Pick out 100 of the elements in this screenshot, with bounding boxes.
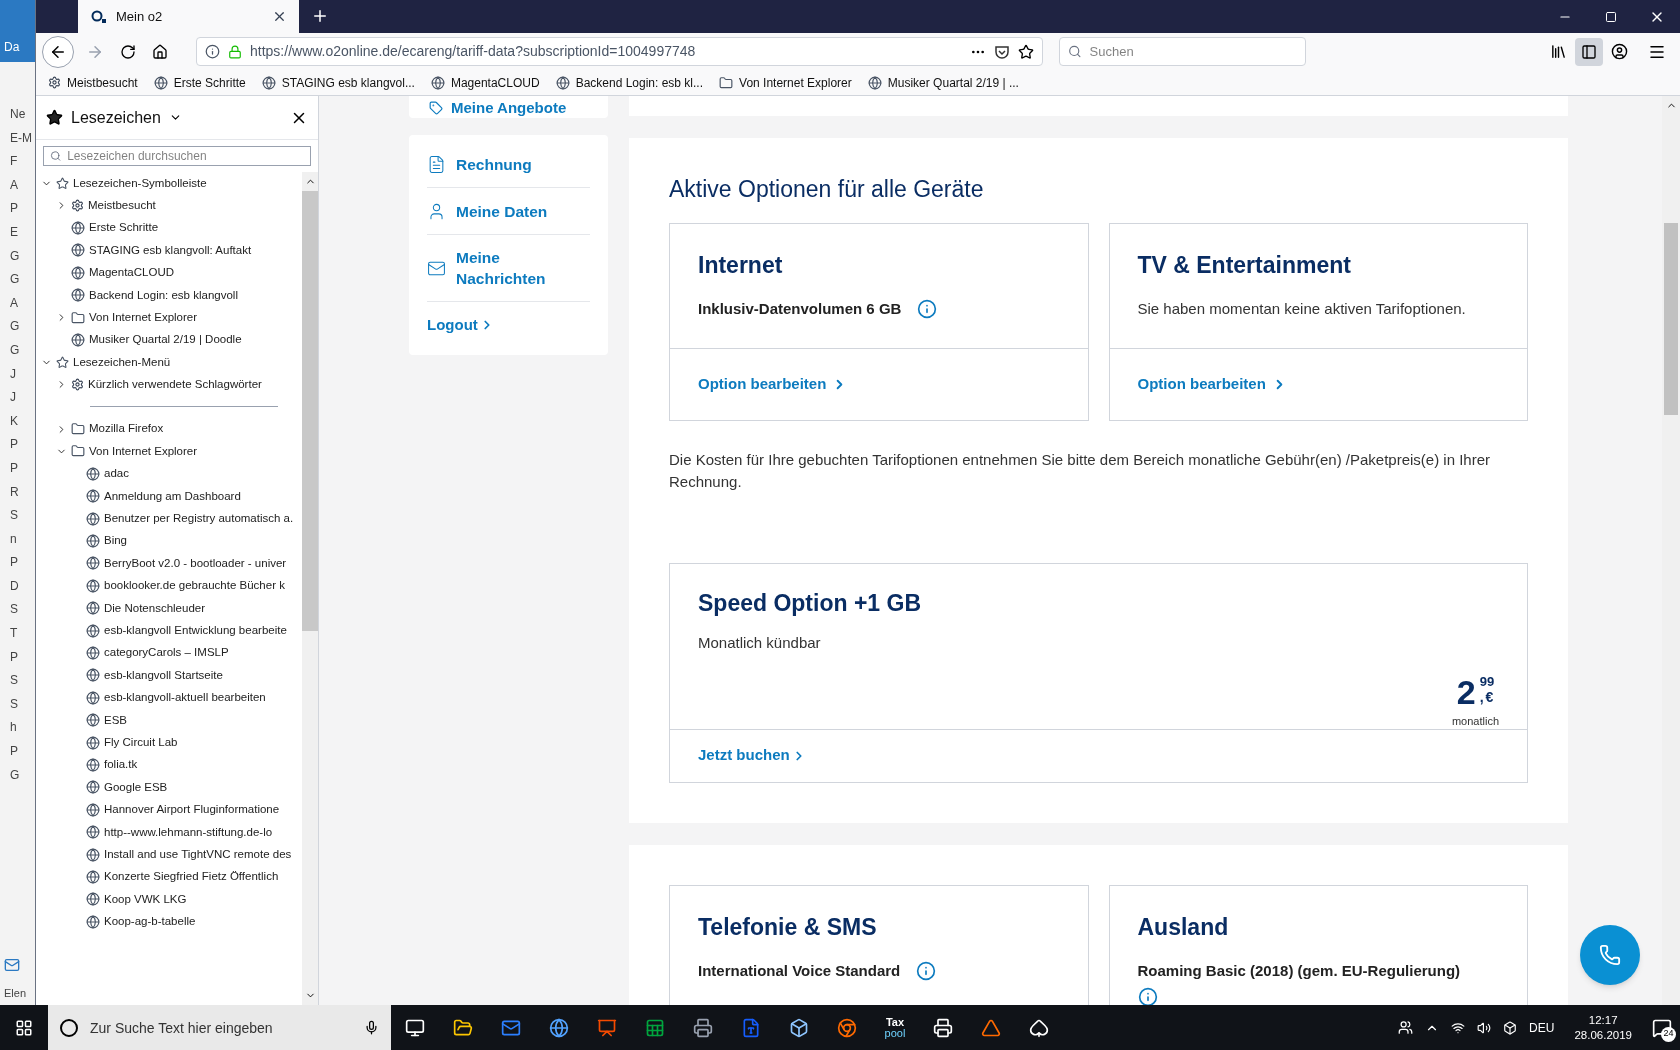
option-title: Internet — [698, 250, 784, 280]
edit-option-link[interactable]: Option bearbeiten — [698, 372, 848, 396]
bookmark-tree-item[interactable]: Kürzlich verwendete Schlagwörter — [36, 373, 302, 396]
maximize-icon[interactable] — [1605, 10, 1617, 23]
box-icon[interactable] — [789, 1017, 809, 1038]
bookmark-tree-item[interactable]: Backend Login: esb klangvoll — [36, 283, 302, 307]
people-icon[interactable] — [1398, 1020, 1414, 1035]
back-button[interactable] — [42, 35, 74, 68]
globe-icon[interactable] — [549, 1017, 569, 1038]
bookmark-toolbar-item[interactable]: Backend Login: esb kl... — [555, 73, 704, 92]
bookmark-tree-item[interactable]: Erste Schritte — [36, 216, 302, 240]
document-icon[interactable] — [741, 1017, 761, 1038]
bookmark-tree-item[interactable]: categoryCarols – IMSLP — [36, 641, 302, 665]
bookmark-tree-item[interactable]: Benutzer per Registry automatisch a. — [36, 507, 302, 530]
windows-start-icon[interactable] — [15, 1018, 33, 1037]
new-tab-icon[interactable] — [311, 7, 329, 25]
search-box[interactable]: Suchen — [1059, 37, 1306, 66]
scrollbar-thumb[interactable] — [1664, 223, 1678, 415]
bookmark-tree-item[interactable]: esb-klangvoll Entwicklung bearbeite — [36, 619, 302, 642]
book-now-link[interactable]: Jetzt buchen — [698, 744, 806, 767]
bookmark-tree-item[interactable]: Konzerte Siegfried Fietz Öffentlich — [36, 865, 302, 889]
bookmark-tree-item[interactable]: Musiker Quartal 2/19 | Doodle — [36, 328, 302, 352]
bookmark-tree-item[interactable]: Von Internet Explorer — [36, 306, 302, 329]
clock-date[interactable]: 28.06.2019 — [1574, 1027, 1632, 1043]
scrollbar[interactable] — [1662, 96, 1680, 1005]
sidebar-title[interactable]: Lesezeichen — [71, 105, 161, 130]
bookmark-tree-item[interactable]: esb-klangvoll Startseite — [36, 664, 302, 687]
task-view-icon[interactable] — [405, 1017, 425, 1038]
bookmark-tree-item[interactable]: booklooker.de gebrauchte Bücher k — [36, 574, 302, 598]
phone-button[interactable] — [1580, 925, 1640, 985]
info-icon[interactable] — [205, 44, 220, 59]
bookmark-tree-item[interactable]: Hannover Airport Fluginformatione — [36, 798, 302, 821]
bookmark-tree-item[interactable]: Google ESB — [36, 776, 302, 799]
bookmark-tree-item[interactable]: Mozilla Firefox — [36, 417, 302, 441]
bookmark-search-box[interactable]: Lesezeichen durchsuchen — [43, 146, 311, 166]
bookmark-tree-item[interactable]: adac — [36, 462, 302, 486]
bookmark-tree-item[interactable]: MagentaCLOUD — [36, 261, 302, 284]
close-icon[interactable] — [272, 9, 287, 24]
bookmark-toolbar-item[interactable]: Musiker Quartal 2/19 | ... — [867, 73, 1019, 92]
network-icon[interactable] — [1451, 1020, 1466, 1035]
logout-link[interactable]: Logout — [427, 302, 590, 349]
info-icon[interactable] — [917, 299, 938, 320]
bookmark-tree-item[interactable]: Koop VWK LKG — [36, 888, 302, 911]
taskbar-app[interactable]: Tax pool — [871, 1016, 919, 1039]
library-icon[interactable] — [1550, 43, 1567, 60]
taskbar-search-field[interactable]: Zur Suche Text hier eingeben — [90, 1005, 352, 1050]
bookmark-tree-item[interactable]: folia.tk — [36, 753, 302, 777]
background-window-text: F — [10, 153, 19, 171]
bookmark-tree-item[interactable]: Fly Circuit Lab — [36, 731, 302, 754]
bookmark-toolbar-item[interactable]: Erste Schritte — [153, 73, 246, 92]
bookmark-tree-item[interactable]: http--www.lehmann-stiftung.de-lo — [36, 820, 302, 844]
nav-link[interactable]: Meine Nachrichten — [456, 247, 556, 289]
bookmark-tree-item[interactable]: ESB — [36, 709, 302, 732]
star-icon[interactable] — [1018, 43, 1034, 60]
home-icon[interactable] — [152, 43, 168, 60]
bookmark-tree-item[interactable]: Von Internet Explorer — [36, 440, 302, 463]
scrollbar[interactable] — [302, 172, 318, 1005]
volume-icon[interactable] — [1477, 1020, 1492, 1035]
search-field[interactable]: Suchen — [1089, 38, 1297, 65]
bookmark-tree-item[interactable]: Bing — [36, 529, 302, 553]
browser-icon[interactable] — [837, 1017, 857, 1038]
info-icon[interactable] — [1137, 986, 1158, 1005]
reload-icon[interactable] — [120, 43, 136, 60]
bookmark-toolbar-item[interactable]: Meistbesucht — [48, 73, 138, 92]
bookmark-search-field[interactable]: Lesezeichen durchsuchen — [67, 147, 304, 165]
account-icon[interactable] — [1611, 43, 1628, 60]
printer-icon[interactable] — [693, 1017, 713, 1038]
bookmark-toolbar-item[interactable]: STAGING esb klangvol... — [261, 73, 415, 92]
browser-tab[interactable]: Mein o2 — [78, 0, 299, 33]
bookmark-tree-item[interactable]: esb-klangvoll-aktuell bearbeiten — [36, 686, 302, 709]
clock-time[interactable]: 12:17 — [1588, 1012, 1618, 1028]
bookmark-tree-item[interactable]: Install and use TightVNC remote des — [36, 843, 302, 866]
url-field[interactable]: https://www.o2online.de/ecareng/tariff-data?subscriptionId=1004997748 — [196, 37, 1043, 66]
edit-option-link[interactable]: Option bearbeiten — [1137, 372, 1287, 396]
bookmark-tree-item[interactable]: Koop-ag-b-tabelle — [36, 910, 302, 933]
pocket-icon[interactable] — [994, 43, 1010, 60]
bookmark-tree-item[interactable]: Anmeldung am Dashboard — [36, 485, 302, 508]
nav-link[interactable]: Meine Daten — [456, 200, 556, 222]
bookmark-tree-item[interactable]: Die Notenschleuder — [36, 597, 302, 620]
scrollbar-thumb[interactable] — [302, 191, 318, 631]
background-window-text: Da — [4, 39, 21, 56]
taskbar-search-box[interactable]: Zur Suche Text hier eingeben — [48, 1005, 391, 1050]
language-indicator[interactable]: DEU — [1529, 1018, 1555, 1037]
nav-link[interactable]: Rechnung — [456, 153, 556, 175]
option-title: Telefonie & SMS — [698, 912, 878, 942]
bookmark-tree-item[interactable]: BerryBoot v2.0 - bootloader - univer — [36, 552, 302, 575]
bookmark-tree-item[interactable]: Lesezeichen-Symbolleiste — [36, 172, 302, 195]
box-icon[interactable] — [1503, 1020, 1518, 1035]
bookmark-tree-item[interactable]: Meistbesucht — [36, 194, 302, 217]
sidebar-toggle-button[interactable] — [1575, 37, 1603, 66]
info-icon[interactable] — [916, 961, 937, 982]
bookmark-tree-item[interactable]: STAGING esb klangvoll: Auftakt — [36, 239, 302, 262]
presentation-icon[interactable] — [597, 1017, 617, 1038]
bookmark-toolbar-item[interactable]: MagentaCLOUD — [430, 73, 540, 92]
microphone-icon[interactable] — [364, 1020, 379, 1035]
bookmark-tree-item[interactable]: Lesezeichen-Menü — [36, 351, 302, 374]
globe-icon — [86, 668, 100, 683]
spreadsheet-icon[interactable] — [645, 1017, 665, 1038]
folder-icon[interactable] — [453, 1017, 473, 1038]
bookmark-toolbar-item[interactable]: Von Internet Explorer — [719, 73, 852, 92]
